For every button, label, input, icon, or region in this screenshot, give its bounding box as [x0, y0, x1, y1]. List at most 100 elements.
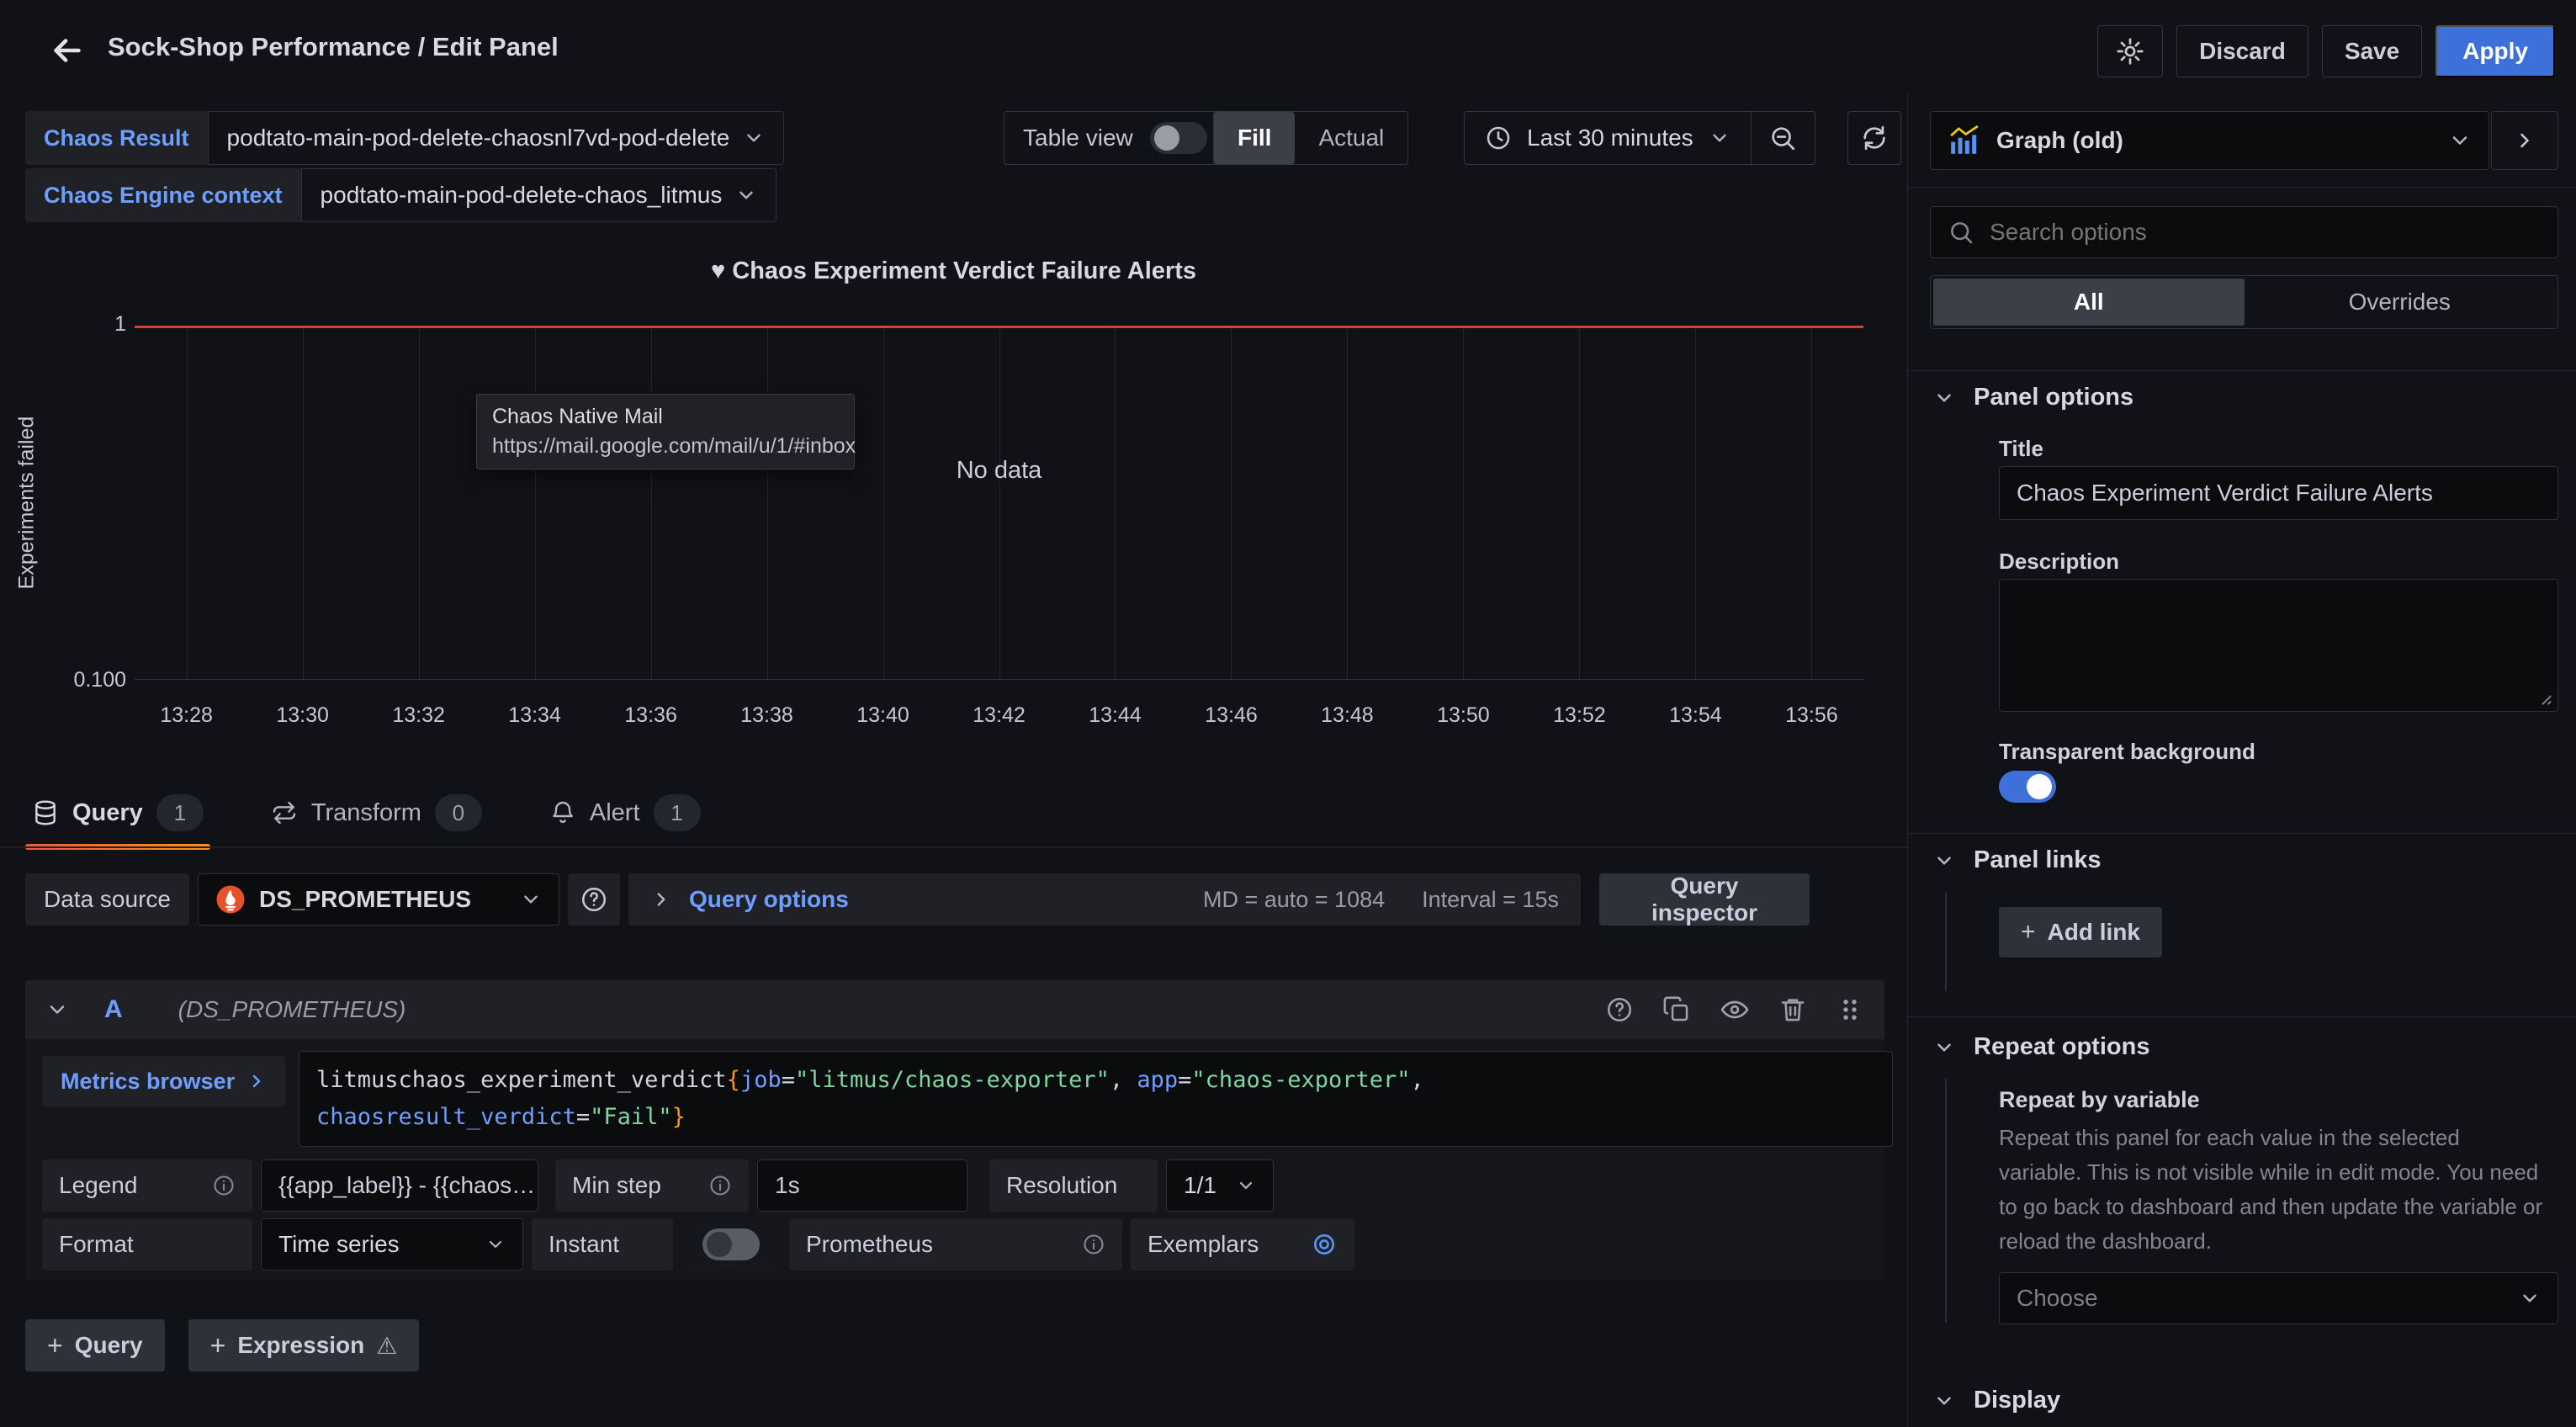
- x-axis-tick: 13:28: [160, 703, 213, 728]
- x-axis-tick: 13:30: [276, 703, 329, 728]
- tab-alert[interactable]: Alert 1: [543, 786, 708, 850]
- x-axis-tick: 13:38: [740, 703, 793, 728]
- chevron-down-icon: [485, 1234, 506, 1255]
- variable-value-dropdown[interactable]: podtato-main-pod-delete-chaosnl7vd-pod-d…: [208, 111, 785, 165]
- panel-links-section-header[interactable]: Panel links: [1933, 846, 2102, 874]
- x-axis-line: [135, 679, 1863, 680]
- promql-editor[interactable]: litmuschaos_experiment_verdict{job="litm…: [299, 1051, 1893, 1147]
- divider: [1908, 1016, 2576, 1017]
- gridline: [1347, 326, 1348, 680]
- add-query-button[interactable]: + Query: [25, 1319, 165, 1371]
- chevron-down-icon: [520, 889, 542, 910]
- collapse-options-button[interactable]: [2491, 111, 2558, 170]
- chart-plot-area[interactable]: No data Chaos Native Mail https://mail.g…: [135, 326, 1863, 680]
- chevron-down-icon: [45, 998, 69, 1021]
- chevron-down-icon: [735, 184, 757, 206]
- query-ref-id: A: [104, 995, 123, 1024]
- query-options-row-1: Legend {{app_label}} - {{chaos… Min step…: [42, 1159, 1274, 1212]
- search-options-input[interactable]: [1990, 209, 2541, 256]
- data-source-picker[interactable]: DS_PROMETHEUS: [198, 873, 559, 926]
- interval-stat: Interval = 15s: [1422, 887, 1559, 913]
- panel-title-input[interactable]: [1999, 466, 2558, 520]
- delete-query-icon[interactable]: [1778, 995, 1807, 1024]
- arrow-left-icon: [48, 31, 87, 70]
- chevron-down-icon: [1709, 127, 1731, 149]
- tooltip-title: Chaos Native Mail: [492, 405, 839, 429]
- max-data-points-stat: MD = auto = 1084: [1203, 887, 1385, 913]
- gridline: [187, 326, 188, 680]
- table-view-toggle[interactable]: [1150, 122, 1207, 154]
- apply-button[interactable]: Apply: [2436, 25, 2555, 77]
- drag-handle-icon[interactable]: [1836, 995, 1864, 1024]
- format-select[interactable]: Time series: [261, 1218, 523, 1271]
- page-title: Sock-Shop Performance / Edit Panel: [108, 32, 559, 62]
- metrics-browser-button[interactable]: Metrics browser: [42, 1056, 285, 1106]
- tab-query[interactable]: Query 1: [25, 786, 210, 850]
- duplicate-query-icon[interactable]: [1662, 995, 1691, 1024]
- panel-settings-button[interactable]: [2097, 25, 2163, 77]
- actual-option[interactable]: Actual: [1295, 112, 1407, 164]
- resolution-select[interactable]: 1/1: [1166, 1159, 1274, 1212]
- visualization-picker-row: Graph (old): [1930, 111, 2558, 170]
- zoom-out-button[interactable]: [1751, 112, 1815, 164]
- back-button[interactable]: [42, 25, 93, 76]
- prometheus-icon: [215, 884, 246, 915]
- tab-label: Query: [72, 799, 143, 827]
- save-button[interactable]: Save: [2322, 25, 2422, 77]
- discard-button[interactable]: Discard: [2176, 25, 2308, 77]
- refresh-button[interactable]: [1847, 111, 1901, 165]
- add-link-button[interactable]: + Add link: [1999, 907, 2162, 958]
- section-title: Panel options: [1974, 384, 2133, 411]
- data-source-help-button[interactable]: [568, 873, 620, 926]
- threshold-line: [135, 326, 1863, 328]
- visualization-name: Graph (old): [1996, 127, 2123, 154]
- gridline: [1811, 326, 1812, 680]
- search-options-box: [1930, 206, 2558, 258]
- tab-overrides[interactable]: Overrides: [2245, 279, 2556, 326]
- query-options-bar[interactable]: Query options MD = auto = 1084 Interval …: [628, 873, 1581, 926]
- variable-value-dropdown[interactable]: podtato-main-pod-delete-chaos_litmus: [301, 168, 777, 222]
- panel-options-section-header[interactable]: Panel options: [1933, 384, 2133, 411]
- plus-icon: +: [210, 1330, 226, 1361]
- y-axis-label: Experiments failed: [15, 268, 40, 739]
- data-source-label: Data source: [25, 873, 189, 926]
- search-icon: [1948, 219, 1974, 246]
- display-section-header[interactable]: Display: [1933, 1387, 2060, 1414]
- instant-toggle[interactable]: [702, 1228, 760, 1260]
- min-step-label: Min step: [572, 1172, 661, 1199]
- min-step-input[interactable]: 1s: [757, 1159, 967, 1212]
- time-range-picker[interactable]: Last 30 minutes: [1465, 112, 1751, 164]
- warning-icon: ⚠: [376, 1332, 397, 1360]
- variable-value: podtato-main-pod-delete-chaosnl7vd-pod-d…: [227, 125, 730, 151]
- chevron-down-icon: [1933, 387, 1955, 409]
- panel-description-textarea[interactable]: [1999, 579, 2558, 712]
- query-inspector-button[interactable]: Query inspector: [1599, 873, 1810, 926]
- fill-option[interactable]: Fill: [1214, 112, 1295, 164]
- plus-icon: +: [2021, 918, 2036, 947]
- transparent-background-toggle[interactable]: [1999, 771, 2056, 803]
- add-expression-label: Expression: [237, 1332, 364, 1359]
- legend-input[interactable]: {{app_label}} - {{chaos…: [261, 1159, 538, 1212]
- gridline: [767, 326, 768, 680]
- add-expression-button[interactable]: + Expression ⚠: [188, 1319, 420, 1371]
- tab-all[interactable]: All: [1933, 279, 2245, 326]
- visualization-select[interactable]: Graph (old): [1930, 111, 2489, 170]
- toggle-visibility-icon[interactable]: [1720, 995, 1750, 1025]
- query-help-icon[interactable]: [1605, 995, 1634, 1024]
- section-title: Panel links: [1974, 846, 2102, 874]
- section-indent-line: [1945, 892, 1947, 991]
- no-data-message: No data: [135, 457, 1863, 485]
- instant-toggle-box: [681, 1218, 781, 1271]
- repeat-variable-select[interactable]: Choose: [1999, 1272, 2558, 1324]
- min-step-field: Min step: [555, 1159, 749, 1212]
- exemplars-field: Exemplars: [1131, 1218, 1354, 1271]
- transparent-background-label: Transparent background: [1999, 739, 2255, 765]
- legend-label: Legend: [59, 1172, 137, 1199]
- repeat-options-section-header[interactable]: Repeat options: [1933, 1033, 2149, 1061]
- x-axis-tick: 13:54: [1669, 703, 1722, 728]
- query-row-header[interactable]: A (DS_PROMETHEUS): [25, 980, 1884, 1039]
- tab-transform[interactable]: Transform 0: [264, 786, 489, 850]
- options-tabs: All Overrides: [1930, 275, 2558, 329]
- gridline: [419, 326, 420, 680]
- gridline: [303, 326, 304, 680]
